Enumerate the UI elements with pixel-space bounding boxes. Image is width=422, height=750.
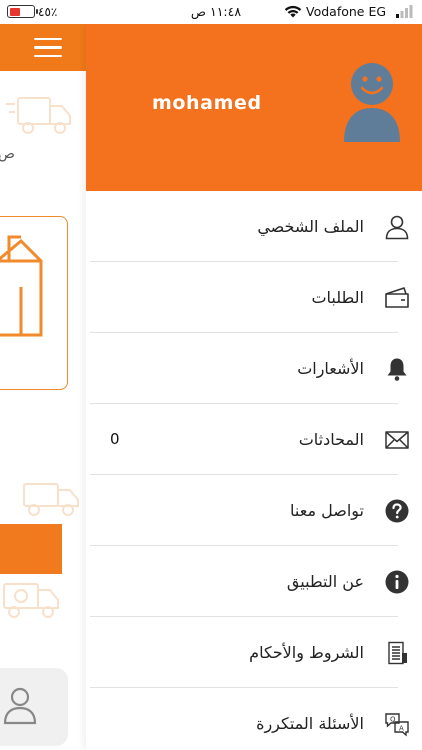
wifi-icon	[284, 5, 302, 18]
svg-text:A: A	[399, 725, 404, 733]
background-profile-button[interactable]	[0, 668, 68, 746]
menu-item-label: تواصل معنا	[290, 501, 364, 520]
username[interactable]: mohamed	[152, 92, 262, 114]
menu-item-label: الأسئلة المتكررة	[256, 714, 364, 733]
menu-item-label: الشروط والأحكام	[249, 643, 364, 662]
battery-icon	[7, 5, 38, 18]
truck-icon	[6, 97, 71, 134]
truck-icon	[3, 583, 59, 618]
mail-icon	[385, 431, 409, 449]
menu-item-faq[interactable]: الأسئلة المتكررة Q A	[90, 688, 409, 750]
menu-item-label: الملف الشخصي	[257, 217, 364, 236]
terms-icon	[388, 641, 407, 665]
truck-icon	[23, 483, 79, 516]
menu-item-label: عن التطبيق	[286, 572, 364, 591]
hamburger-menu-icon[interactable]	[34, 38, 62, 58]
menu-item-contact-us[interactable]: تواصل معنا	[90, 475, 409, 546]
question-icon	[385, 499, 409, 523]
chats-count: 0	[110, 430, 120, 448]
background-action-bar[interactable]	[0, 524, 62, 574]
background-screen: ص	[0, 0, 86, 750]
smiley-avatar-icon[interactable]	[340, 60, 404, 144]
menu-item-label: الطلبات	[311, 288, 364, 307]
menu-item-orders[interactable]: الطلبات	[90, 262, 409, 333]
battery-level	[9, 7, 20, 16]
side-drawer: mohamed الملف الشخصي الطلبات الأشعارات 0…	[86, 24, 422, 750]
orders-icon	[385, 287, 409, 308]
drawer-header: mohamed	[86, 24, 422, 191]
menu-item-profile[interactable]: الملف الشخصي	[90, 191, 409, 262]
box-icon	[0, 235, 43, 337]
faq-icon: Q A	[385, 713, 409, 737]
menu-item-about-app[interactable]: عن التطبيق	[90, 546, 409, 617]
svg-text:Q: Q	[390, 716, 396, 724]
background-text-fragment: ص	[0, 146, 15, 162]
menu-item-label: المحادثات	[298, 430, 364, 449]
user-icon	[385, 215, 409, 240]
battery-percent: ٤٥٪	[38, 5, 58, 19]
bell-icon	[387, 358, 407, 381]
carrier-name: Vodafone EG	[306, 4, 387, 19]
status-bar: ٤٥٪ ١١:٤٨ ص Vodafone EG	[0, 0, 422, 24]
menu-item-terms[interactable]: الشروط والأحكام	[90, 617, 407, 688]
background-card[interactable]	[0, 216, 68, 390]
menu-item-chats[interactable]: 0 المحادثات	[90, 404, 409, 475]
menu-item-label: الأشعارات	[297, 359, 364, 378]
menu-item-notifications[interactable]: الأشعارات	[90, 333, 407, 404]
info-icon	[385, 570, 409, 594]
user-icon	[3, 687, 37, 725]
clock: ١١:٤٨ ص	[190, 4, 242, 19]
signal-icon	[396, 5, 413, 18]
